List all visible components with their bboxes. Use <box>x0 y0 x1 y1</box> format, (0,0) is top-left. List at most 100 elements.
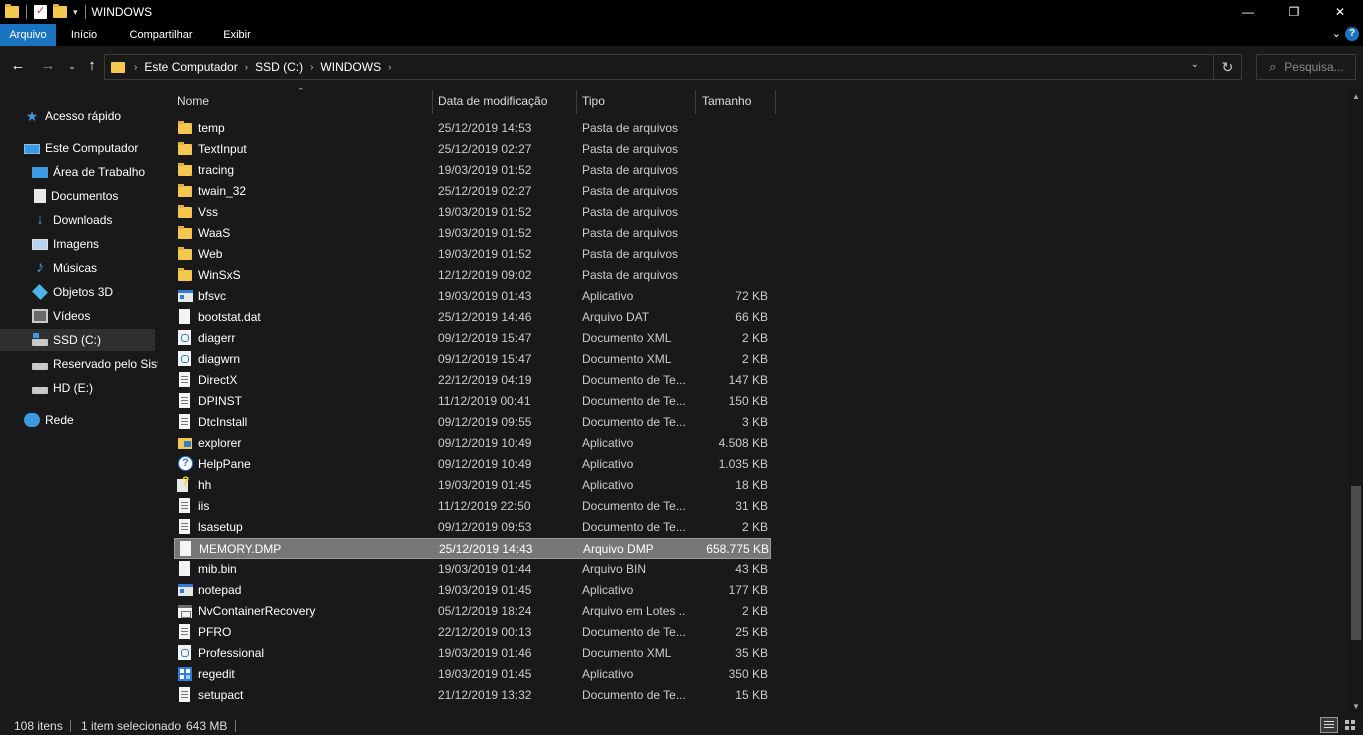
column-header-name[interactable]: Nome <box>171 88 433 114</box>
file-row[interactable]: diagerr 09/12/2019 15:47 Documento XML 2 KB <box>174 328 771 349</box>
sidebar-item-3d-objects[interactable]: Objetos 3D <box>32 281 113 303</box>
details-view-icon[interactable] <box>1320 717 1338 733</box>
file-row[interactable]: Vss 19/03/2019 01:52 Pasta de arquivos <box>174 202 771 223</box>
file-size: 147 KB <box>728 373 768 387</box>
file-row[interactable]: TextInput 25/12/2019 02:27 Pasta de arquiv… <box>174 139 771 160</box>
sidebar-item-label: Área de Trabalho <box>53 165 146 179</box>
sidebar-item-hd-e[interactable]: HD (E:) <box>32 377 93 399</box>
file-row[interactable]: DPINST 11/12/2019 00:41 Documento de Te...… <box>174 391 771 412</box>
file-row[interactable]: bfsvc 19/03/2019 01:43 Aplicativo 72 KB <box>174 286 771 307</box>
tab-exibir[interactable]: Exibir <box>210 24 264 46</box>
help-icon[interactable]: ? <box>1345 27 1359 41</box>
file-date-modified: 22/12/2019 04:19 <box>438 373 532 387</box>
address-history-chevron-icon[interactable]: ⌄ <box>1191 59 1199 70</box>
breadcrumb-chevron-icon[interactable]: › <box>131 62 140 73</box>
file-name: DirectX <box>198 373 238 387</box>
breadcrumb-windows[interactable]: WINDOWS <box>316 60 385 74</box>
back-arrow-icon[interactable]: ← <box>8 56 28 76</box>
file-row[interactable]: notepad 19/03/2019 01:45 Aplicativo 177 KB <box>174 580 771 601</box>
sidebar-item-this-pc[interactable]: Este Computador <box>24 137 138 159</box>
file-row[interactable]: tracing 19/03/2019 01:52 Pasta de arquivos <box>174 160 771 181</box>
tab-compartilhar[interactable]: Compartilhar <box>112 24 210 46</box>
large-icons-view-icon[interactable] <box>1342 717 1360 733</box>
file-row[interactable]: DirectX 22/12/2019 04:19 Documento de Te..… <box>174 370 771 391</box>
file-row[interactable]: ? HelpPane 09/12/2019 10:49 Aplicativo 1.035… <box>174 454 771 475</box>
tab-inicio[interactable]: Início <box>56 24 112 46</box>
minimize-button[interactable]: — <box>1225 0 1271 24</box>
file-icon <box>180 541 191 556</box>
file-row[interactable]: regedit 19/03/2019 01:45 Aplicativo 350 KB <box>174 664 771 685</box>
file-row[interactable]: WinSxS 12/12/2019 09:02 Pasta de arquivos <box>174 265 771 286</box>
file-name: temp <box>198 121 225 135</box>
file-row[interactable]: MEMORY.DMP 25/12/2019 14:43 Arquivo DMP 658… <box>174 538 771 559</box>
column-divider[interactable] <box>775 90 776 114</box>
file-date-modified: 19/03/2019 01:52 <box>438 247 532 261</box>
sidebar-item-quick-access[interactable]: ★ Acesso rápido <box>24 105 121 127</box>
breadcrumb-chevron-icon[interactable]: › <box>385 62 394 73</box>
customize-toolbar-chevron-icon[interactable]: ▾ <box>73 7 78 18</box>
file-type: Documento XML <box>582 331 672 345</box>
file-row[interactable]: Professional 19/03/2019 01:46 Documento XM… <box>174 643 771 664</box>
address-bar[interactable]: › Este Computador › SSD (C:) › WINDOWS ›… <box>104 54 1242 80</box>
file-row[interactable]: hh 19/03/2019 01:45 Aplicativo 18 KB <box>174 474 771 496</box>
scrollbar-thumb[interactable] <box>1351 486 1361 640</box>
sidebar-item-pictures[interactable]: Imagens <box>32 233 99 255</box>
file-row[interactable]: NvContainerRecovery 05/12/2019 18:24 Arqui… <box>174 601 771 622</box>
file-row[interactable]: Web 19/03/2019 01:52 Pasta de arquivos <box>174 244 771 265</box>
sidebar-item-documents[interactable]: Documentos <box>32 185 118 207</box>
sidebar-item-music[interactable]: ♪ Músicas <box>32 257 97 279</box>
file-row[interactable]: diagwrn 09/12/2019 15:47 Documento XML 2 KB <box>174 349 771 370</box>
file-type: Pasta de arquivos <box>582 205 679 219</box>
recent-locations-chevron-icon[interactable]: ⌄ <box>62 56 82 76</box>
expand-ribbon-chevron-icon[interactable]: ⌄ <box>1332 27 1341 40</box>
search-box[interactable]: ⌕ <box>1256 54 1356 80</box>
column-header-date[interactable]: Data de modificação <box>432 88 576 114</box>
sidebar-item-ssd-c[interactable]: SSD (C:) <box>0 329 155 351</box>
sidebar-item-network[interactable]: Rede <box>24 409 74 431</box>
file-row[interactable]: DtcInstall 09/12/2019 09:55 Documento de T… <box>174 412 771 433</box>
file-row[interactable]: mib.bin 19/03/2019 01:44 Arquivo BIN 43 KB <box>174 559 771 580</box>
file-date-modified: 25/12/2019 14:46 <box>438 310 532 324</box>
divider <box>235 720 236 732</box>
file-row[interactable]: explorer 09/12/2019 10:49 Aplicativo 4.508 … <box>174 433 771 454</box>
sidebar-item-system-reserved[interactable]: Reservado pelo Sistema <box>32 353 158 375</box>
sidebar-item-desktop[interactable]: Área de Trabalho <box>32 161 145 183</box>
file-row[interactable]: temp 25/12/2019 14:53 Pasta de arquivos <box>174 118 771 139</box>
scroll-down-arrow-icon[interactable]: ▼ <box>1349 702 1363 711</box>
sidebar-item-downloads[interactable]: ↓ Downloads <box>32 209 112 231</box>
file-date-modified: 22/12/2019 00:13 <box>438 625 532 639</box>
sidebar-item-videos[interactable]: Vídeos <box>32 305 90 327</box>
up-arrow-icon[interactable]: ↑ <box>82 56 102 76</box>
breadcrumb-este-computador[interactable]: Este Computador <box>140 60 241 74</box>
refresh-icon[interactable]: ↻ <box>1213 55 1241 79</box>
breadcrumb-chevron-icon[interactable]: › <box>242 62 251 73</box>
file-row[interactable]: setupact 21/12/2019 13:32 Documento de Te.… <box>174 685 771 706</box>
search-input[interactable] <box>1284 60 1345 74</box>
file-date-modified: 05/12/2019 18:24 <box>438 604 532 618</box>
new-folder-icon[interactable] <box>53 4 67 18</box>
file-row[interactable]: WaaS 19/03/2019 01:52 Pasta de arquivos <box>174 223 771 244</box>
close-button[interactable]: ✕ <box>1317 0 1363 24</box>
file-row[interactable]: iis 11/12/2019 22:50 Documento de Te... 31 … <box>174 496 771 517</box>
column-header-type[interactable]: Tipo <box>576 88 696 114</box>
drive-icon <box>32 387 48 394</box>
scroll-up-arrow-icon[interactable]: ▲ <box>1349 92 1363 101</box>
file-row[interactable]: lsasetup 09/12/2019 09:53 Documento de Te.… <box>174 517 771 538</box>
breadcrumb-ssd[interactable]: SSD (C:) <box>251 60 307 74</box>
properties-icon[interactable] <box>34 4 47 19</box>
file-row[interactable]: PFRO 22/12/2019 00:13 Documento de Te... 25… <box>174 622 771 643</box>
column-header-size[interactable]: Tamanho <box>696 88 776 114</box>
file-row[interactable]: twain_32 25/12/2019 02:27 Pasta de arquivo… <box>174 181 771 202</box>
vertical-scrollbar[interactable]: ▲ ▼ <box>1349 88 1363 715</box>
file-name: WinSxS <box>198 268 241 282</box>
restore-button[interactable]: ❐ <box>1271 0 1317 24</box>
file-type: Documento de Te... <box>582 625 686 639</box>
tab-arquivo[interactable]: Arquivo <box>0 24 56 46</box>
system-drive-icon <box>32 333 48 346</box>
breadcrumb-chevron-icon[interactable]: › <box>307 62 316 73</box>
file-size: 2 KB <box>741 604 768 618</box>
file-type: Documento de Te... <box>582 688 686 702</box>
forward-arrow-icon[interactable]: → <box>38 56 58 76</box>
file-row[interactable]: bootstat.dat 25/12/2019 14:46 Arquivo DAT 6… <box>174 307 771 328</box>
file-size: 31 KB <box>735 499 768 513</box>
